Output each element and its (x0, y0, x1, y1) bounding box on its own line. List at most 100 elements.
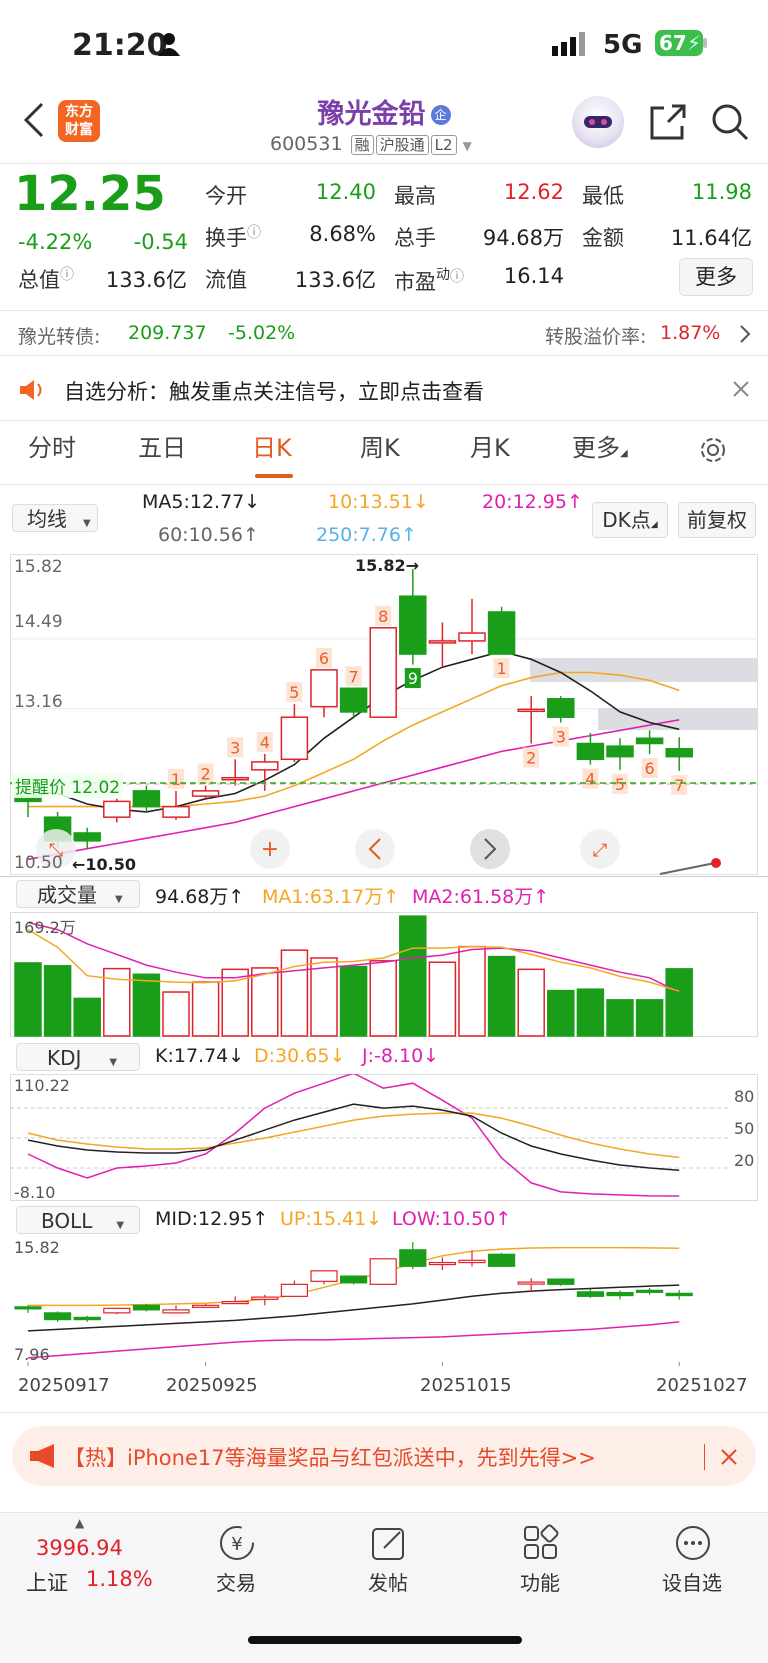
signal-icon (552, 32, 588, 60)
volume-bar (339, 965, 368, 1037)
functions-icon[interactable] (522, 1524, 560, 1566)
nav-post[interactable]: 发帖 (338, 1567, 438, 1596)
settings-gear-icon[interactable] (698, 435, 728, 469)
boll-mid-legend: MID:12.95↑ (155, 1208, 269, 1230)
ma20-value: 20:12.95 (482, 491, 567, 513)
promo-banner[interactable]: 【热】iPhone17等海量奖品与红包派送中，先到先得>> (12, 1426, 756, 1486)
index-name[interactable]: 上证 (26, 1567, 68, 1597)
kdj-k-line (27, 1103, 680, 1171)
date-label: 20251027 (656, 1375, 748, 1396)
scroll-right-button[interactable] (470, 829, 510, 869)
candle (635, 737, 664, 745)
candle (487, 611, 516, 655)
index-value[interactable]: 3996.94 (36, 1536, 123, 1560)
chevron-right-icon[interactable] (738, 323, 752, 349)
pe-label[interactable]: 市盈动ⓘ (394, 264, 464, 296)
boll-chart[interactable] (10, 1236, 768, 1366)
gap-zone (530, 658, 758, 682)
search-icon[interactable] (710, 102, 750, 146)
stock-code: 600531 (270, 133, 343, 155)
nine-turn-up-label: 2 (201, 765, 211, 784)
kdj-k-value: K:17.74 (155, 1045, 229, 1067)
high-value: 12.62 (503, 180, 564, 204)
kdj-chart[interactable] (10, 1074, 768, 1202)
alert-price-tag[interactable]: 提醒价 12.02 (12, 773, 124, 798)
candle (251, 761, 279, 771)
post-icon[interactable] (370, 1524, 408, 1566)
scroll-left-button[interactable] (355, 829, 395, 869)
watchlist-add-icon[interactable] (674, 1524, 712, 1566)
nav-add-watchlist[interactable]: 设自选 (642, 1567, 742, 1596)
adjust-button[interactable]: 前复权 (678, 502, 756, 538)
caret-down-icon: ▼ (83, 518, 91, 529)
kdj-j-value: J:-8.10 (362, 1045, 424, 1067)
y-label-3: 13.16 (14, 692, 63, 712)
mcap-label[interactable]: 总值ⓘ (18, 264, 74, 294)
candle (369, 627, 397, 718)
mcap-label-text: 总值 (18, 268, 60, 292)
ma-selector-label: 均线 (27, 507, 67, 531)
volume-bar (132, 973, 161, 1037)
stock-code-row[interactable]: 600531 融沪股通 L2 ▼ (270, 133, 472, 155)
ma10-legend: 10:13.51↓ (328, 491, 429, 513)
low-value: 11.98 (691, 180, 752, 204)
caret-down-icon: ▼ (116, 1220, 125, 1231)
nav-trade[interactable]: 交易 (186, 1567, 286, 1596)
tab-weekly-k[interactable]: 周K (360, 428, 400, 463)
boll-low-line (27, 1321, 680, 1359)
robot-avatar-icon[interactable] (572, 96, 624, 148)
candle (606, 745, 634, 758)
volume-bar (665, 968, 693, 1037)
y-label-2: 14.49 (14, 612, 63, 632)
kdj-selector[interactable]: KDJ ▼ (16, 1043, 140, 1071)
close-icon[interactable] (732, 380, 750, 402)
candle (221, 776, 249, 781)
candle (576, 742, 605, 761)
trend-line (659, 862, 716, 875)
kdj-d-legend: D:30.65↓ (254, 1045, 346, 1067)
battery-level: 67 (659, 31, 687, 55)
tab-five-day[interactable]: 五日 (138, 428, 186, 463)
boll-candle (280, 1283, 308, 1297)
volume-selector[interactable]: 成交量 ▼ (16, 880, 140, 908)
vol-ma2-value: MA2:61.58万 (412, 886, 534, 908)
tag-connect: 沪股通 (375, 135, 429, 155)
nine-turn-up-label: 9 (408, 669, 418, 688)
boll-selector[interactable]: BOLL ▼ (16, 1206, 140, 1234)
promo-text: 【热】iPhone17等海量奖品与红包派送中，先到先得>> (64, 1446, 596, 1470)
expand-icon: ⤢ (593, 840, 608, 861)
caret-down-icon: ▼ (462, 139, 472, 153)
tab-monthly-k[interactable]: 月K (470, 428, 510, 463)
info-icon: ⓘ (60, 267, 74, 283)
corner-caret-icon: ◢ (620, 448, 628, 459)
share-icon[interactable] (648, 102, 688, 146)
boll-candle (399, 1249, 427, 1267)
close-icon[interactable] (720, 1448, 738, 1470)
volume-chart[interactable] (10, 912, 768, 1038)
tab-intraday[interactable]: 分时 (28, 428, 76, 463)
dk-point-button[interactable]: DK点◢ (592, 502, 668, 538)
pe-value: 16.14 (503, 264, 564, 288)
boll-candle (458, 1259, 486, 1264)
tab-more[interactable]: 更多◢ (572, 428, 628, 463)
volume-legend: 94.68万↑ (155, 886, 245, 908)
ma-selector[interactable]: 均线 ▼ (12, 504, 98, 532)
trade-icon[interactable]: ¥ (218, 1524, 256, 1566)
nine-turn-up-label: 4 (260, 733, 270, 752)
corner-caret-icon: ◢ (650, 520, 658, 530)
candle (162, 805, 190, 818)
kdj-selector-label: KDJ (47, 1046, 82, 1070)
notice-text[interactable]: 自选分析：触发重点关注信号，立即点击查看 (64, 376, 484, 406)
bond-name[interactable]: 豫光转债: (18, 322, 100, 349)
tag-l2: L2 (430, 135, 457, 155)
nav-functions[interactable]: 功能 (490, 1567, 590, 1596)
info-icon: ⓘ (450, 269, 464, 285)
battery-cap (703, 38, 707, 48)
turnover-label[interactable]: 换手ⓘ (205, 222, 261, 252)
kline-chart[interactable]: 1 23 4567891234 567 ⤡ + ⤢ (10, 554, 768, 876)
vol-y-top: 169.2万 (14, 918, 76, 937)
candle (103, 800, 131, 818)
tab-daily-k[interactable]: 日K (252, 428, 292, 463)
megaphone-icon (28, 1442, 60, 1474)
more-button[interactable]: 更多 (679, 258, 753, 296)
